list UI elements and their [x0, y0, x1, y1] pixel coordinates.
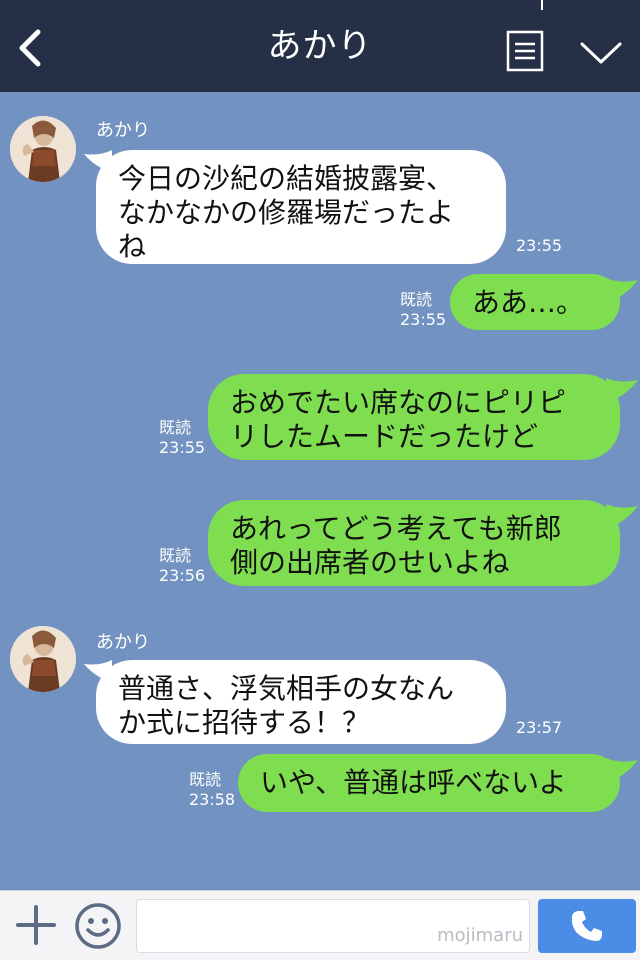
- chevron-down-icon[interactable]: [578, 38, 624, 68]
- message-bubble[interactable]: おめでたい席なのにピリピ リしたムードだったけど: [208, 374, 620, 460]
- plus-icon[interactable]: [14, 903, 58, 947]
- call-button[interactable]: [538, 899, 636, 953]
- input-bar: mojimaru: [0, 890, 640, 960]
- timestamp: 23:57: [516, 718, 563, 737]
- timestamp: 23:55: [516, 236, 563, 255]
- sender-name: あかり: [96, 632, 150, 653]
- message-bubble[interactable]: あれってどう考えても新郎 側の出席者のせいよね: [208, 500, 620, 586]
- message-bubble[interactable]: 普通さ、浮気相手の女なん か式に招待する！？: [96, 660, 506, 744]
- message-bubble[interactable]: いや、普通は呼べないよ: [238, 754, 620, 812]
- avatar[interactable]: [10, 626, 76, 692]
- emoji-icon[interactable]: [74, 902, 122, 950]
- phone-icon: [571, 911, 602, 941]
- read-receipt: 既読 23:58: [189, 770, 236, 809]
- read-receipt: 既読 23:56: [159, 546, 206, 585]
- read-receipt: 既読 23:55: [159, 418, 206, 457]
- message-bubble[interactable]: 今日の沙紀の結婚披露宴、 なかなかの修羅場だったよ ね: [96, 150, 506, 264]
- chat-title: あかり: [267, 26, 373, 66]
- message-list[interactable]: あかり 今日の沙紀の結婚披露宴、 なかなかの修羅場だったよ ね 23:55 ああ…: [0, 92, 640, 890]
- watermark: mojimaru: [437, 925, 523, 946]
- note-icon[interactable]: [506, 30, 544, 72]
- avatar[interactable]: [10, 116, 76, 182]
- sender-name: あかり: [96, 120, 150, 141]
- read-receipt: 既読 23:55: [400, 290, 447, 329]
- message-input[interactable]: mojimaru: [136, 899, 530, 953]
- message-bubble[interactable]: ああ…。: [450, 274, 620, 330]
- chat-header: あかり: [0, 0, 640, 92]
